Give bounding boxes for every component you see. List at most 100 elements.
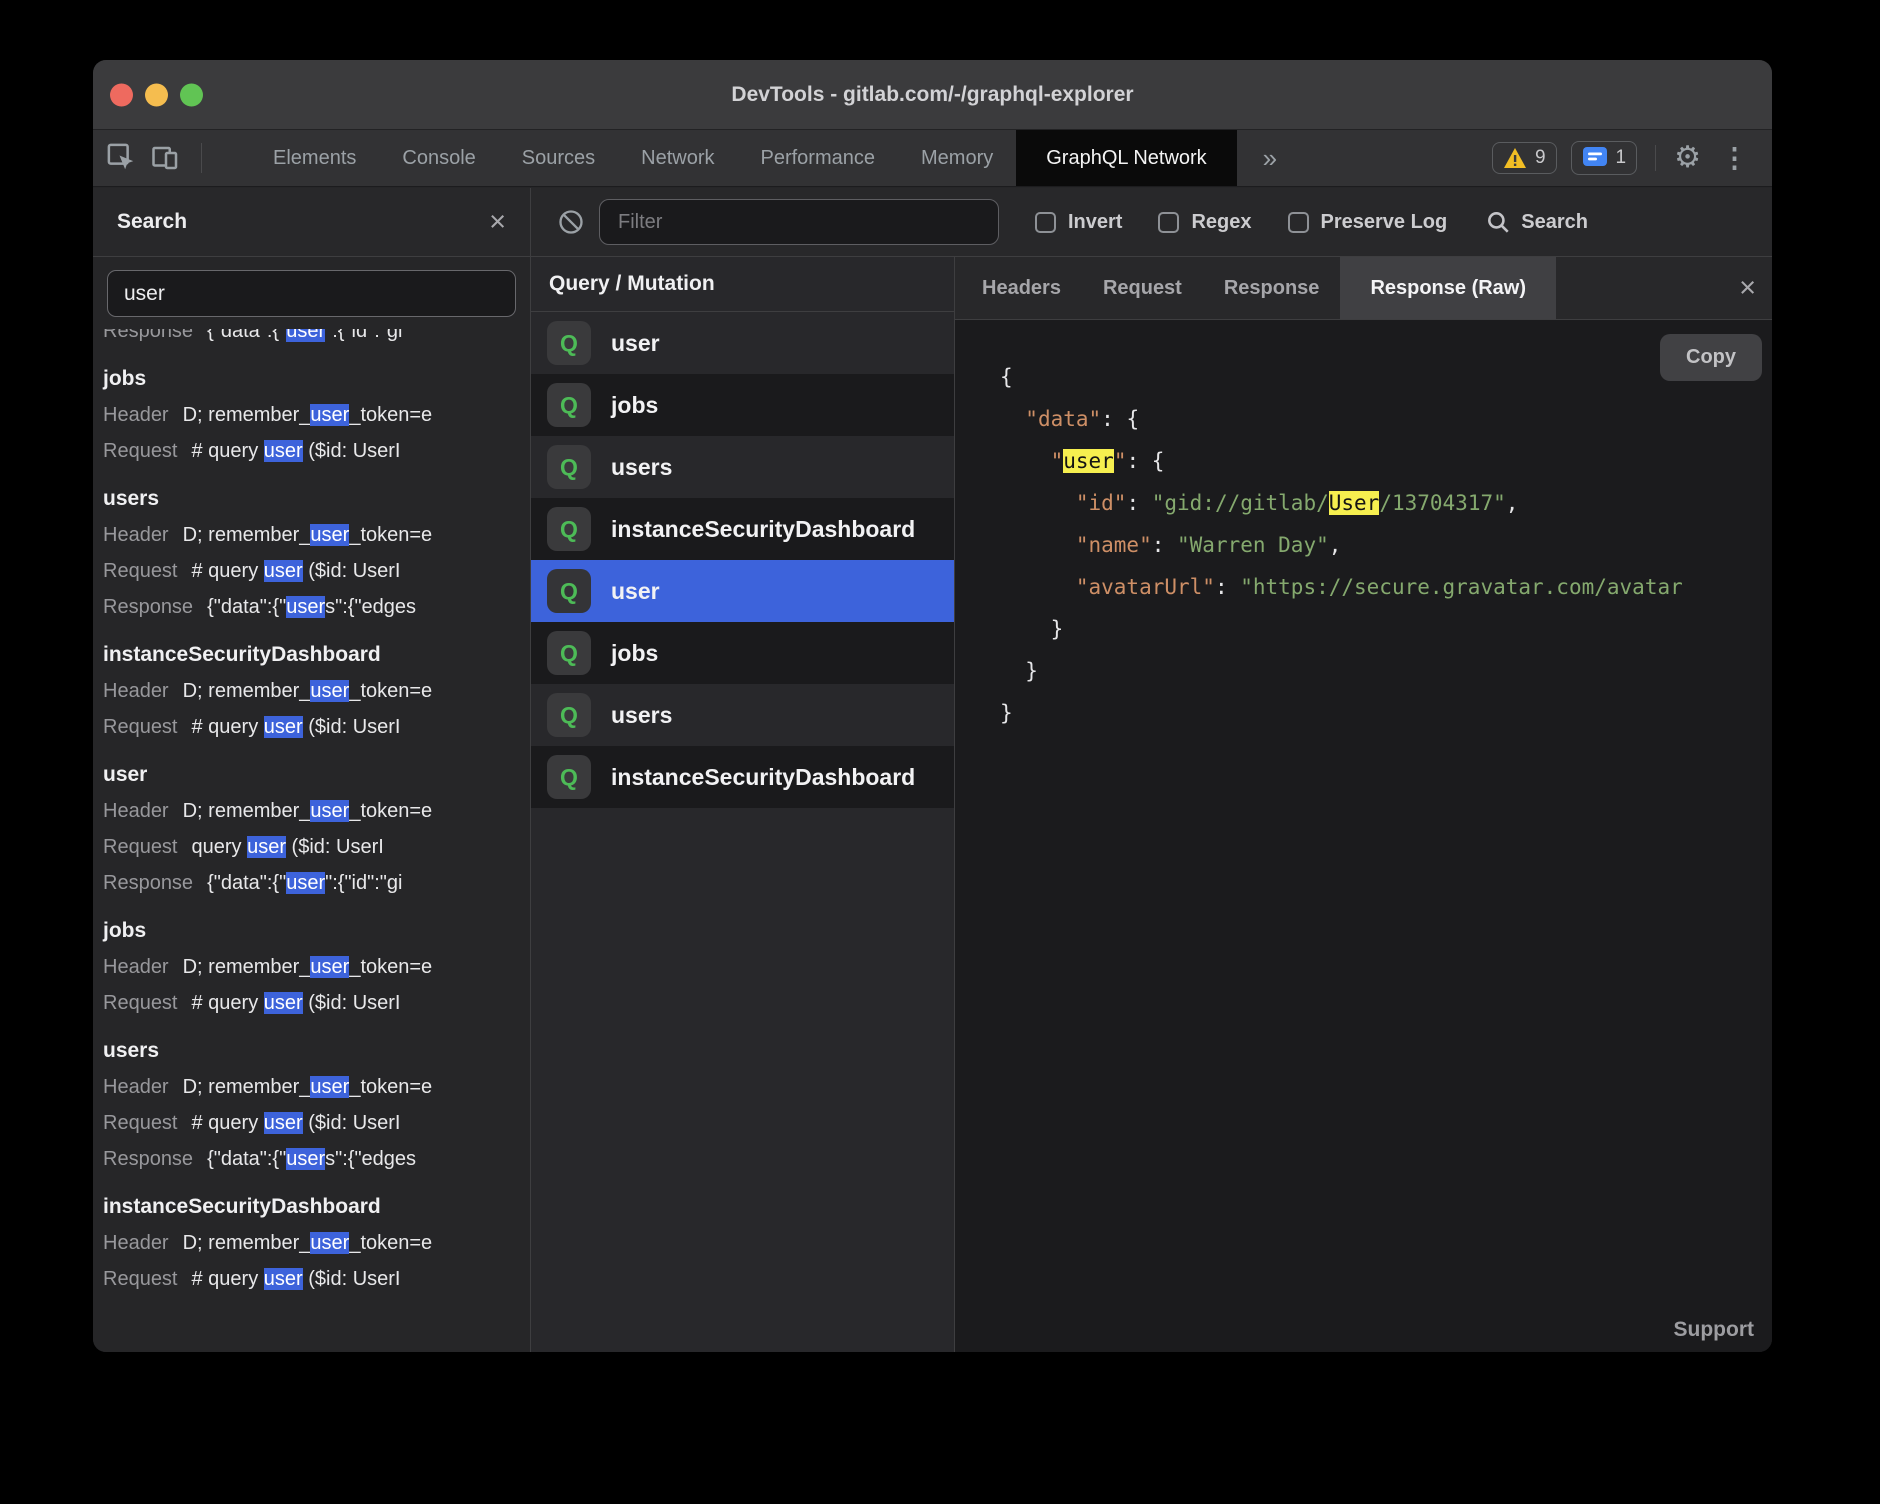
query-row-instancesecuritydashboard[interactable]: QinstanceSecurityDashboard xyxy=(531,746,954,808)
detail-tab-response-raw[interactable]: Response (Raw) xyxy=(1340,257,1556,319)
regex-checkbox[interactable] xyxy=(1158,212,1179,233)
match-highlight: user xyxy=(286,329,325,342)
devtools-window: DevTools - gitlab.com/-/graphql-explorer… xyxy=(93,60,1772,1352)
search-result-line[interactable]: Response{"data":{"user":{"id":"gi xyxy=(103,329,530,349)
search-result-line[interactable]: HeaderD; remember_user_token=e xyxy=(103,397,530,433)
result-group-title[interactable]: instanceSecurityDashboard xyxy=(103,1189,530,1225)
search-result-line[interactable]: HeaderD; remember_user_token=e xyxy=(103,517,530,553)
search-result-line[interactable]: Request# query user ($id: UserI xyxy=(103,433,530,469)
close-search-panel-icon[interactable]: × xyxy=(489,208,506,237)
devtools-content: Search × Response{"data":{"user":{"id":"… xyxy=(93,188,1772,1352)
tab-performance[interactable]: Performance xyxy=(738,130,899,186)
zoom-window-button[interactable] xyxy=(180,83,203,106)
close-window-button[interactable] xyxy=(110,83,133,106)
match-highlight: user xyxy=(264,440,303,462)
warning-triangle-icon xyxy=(1503,147,1527,169)
warning-count: 9 xyxy=(1535,147,1546,169)
detail-tab-request[interactable]: Request xyxy=(1082,257,1203,319)
result-line-text: # query user ($id: UserI xyxy=(192,560,401,582)
clear-log-icon[interactable] xyxy=(557,208,585,236)
result-group-title[interactable]: user xyxy=(103,757,530,793)
tab-sources[interactable]: Sources xyxy=(499,130,618,186)
kebab-menu-icon[interactable]: ⋮ xyxy=(1715,145,1754,172)
search-result-line[interactable]: Response{"data":{"user":{"id":"gi xyxy=(103,865,530,901)
json-line: } xyxy=(1000,608,1772,650)
result-line-label: Header xyxy=(103,524,169,546)
result-line-text: {"data":{"user":{"id":"gi xyxy=(207,329,402,342)
query-row-user[interactable]: Quser xyxy=(531,312,954,374)
query-row-users[interactable]: Qusers xyxy=(531,436,954,498)
result-line-label: Request xyxy=(103,1112,178,1134)
result-group-title[interactable]: users xyxy=(103,1033,530,1069)
result-line-text: D; remember_user_token=e xyxy=(183,1232,433,1254)
tab-console[interactable]: Console xyxy=(379,130,498,186)
minimize-window-button[interactable] xyxy=(145,83,168,106)
match-highlight: user xyxy=(264,992,303,1014)
search-input[interactable] xyxy=(107,270,516,317)
search-toggle-label: Search xyxy=(1521,211,1588,234)
search-results-list: Response{"data":{"user":{"id":"gijobsHea… xyxy=(93,329,530,1352)
more-tabs-icon[interactable]: » xyxy=(1237,130,1303,186)
result-line-text: {"data":{"users":{"edges xyxy=(207,596,416,618)
inspect-element-icon[interactable] xyxy=(107,130,137,186)
result-line-text: D; remember_user_token=e xyxy=(183,1076,433,1098)
result-group-title[interactable]: users xyxy=(103,481,530,517)
search-result-line[interactable]: Request# query user ($id: UserI xyxy=(103,1261,530,1297)
copy-button[interactable]: Copy xyxy=(1660,334,1762,381)
query-row-instancesecuritydashboard[interactable]: QinstanceSecurityDashboard xyxy=(531,498,954,560)
match-highlight: user xyxy=(310,1076,349,1098)
search-result-line[interactable]: Response{"data":{"users":{"edges xyxy=(103,1141,530,1177)
search-result-line[interactable]: Request# query user ($id: UserI xyxy=(103,985,530,1021)
preserve-log-checkbox[interactable] xyxy=(1288,212,1309,233)
query-row-user[interactable]: Quser xyxy=(531,560,954,622)
device-toolbar-icon[interactable] xyxy=(151,130,181,186)
detail-panel: HeadersRequestResponseResponse (Raw) × Co… xyxy=(955,257,1772,1352)
result-line-text: D; remember_user_token=e xyxy=(183,800,433,822)
close-detail-icon[interactable]: × xyxy=(1739,257,1756,319)
toolbar-divider xyxy=(201,143,202,173)
search-result-line[interactable]: Request# query user ($id: UserI xyxy=(103,709,530,745)
filter-input[interactable] xyxy=(599,199,999,245)
settings-gear-icon[interactable]: ⚙ xyxy=(1674,143,1701,173)
invert-label: Invert xyxy=(1068,211,1122,234)
result-line-label: Header xyxy=(103,1076,169,1098)
query-row-label: user xyxy=(611,578,660,605)
search-result-line[interactable]: Header D; remember_user_token=e xyxy=(103,1225,530,1261)
tab-memory[interactable]: Memory xyxy=(898,130,1016,186)
warnings-badge[interactable]: 9 xyxy=(1492,142,1557,174)
result-line-label: Request xyxy=(103,992,178,1014)
search-result-line[interactable]: HeaderD; remember_user_token=e xyxy=(103,949,530,985)
search-result-line[interactable]: HeaderD; remember_user_token=e xyxy=(103,673,530,709)
search-result-line[interactable]: Request# query user ($id: UserI xyxy=(103,553,530,589)
result-group-title[interactable]: instanceSecurityDashboard xyxy=(103,637,530,673)
search-match-highlight: user xyxy=(1063,449,1114,473)
detail-tab-response[interactable]: Response xyxy=(1203,257,1341,319)
issues-badge[interactable]: 1 xyxy=(1571,141,1638,175)
search-panel: Search × Response{"data":{"user":{"id":"… xyxy=(93,188,531,1352)
query-row-jobs[interactable]: Qjobs xyxy=(531,622,954,684)
result-group-title[interactable]: jobs xyxy=(103,361,530,397)
search-result-group: instanceSecurityDashboardHeaderD; rememb… xyxy=(103,637,530,745)
search-result-line[interactable]: Header D; remember_user_token=e xyxy=(103,1069,530,1105)
tab-elements[interactable]: Elements xyxy=(250,130,379,186)
match-highlight: user xyxy=(310,680,349,702)
result-line-label: Response xyxy=(103,872,193,894)
detail-tab-headers[interactable]: Headers xyxy=(961,257,1082,319)
search-result-line[interactable]: Request# query user ($id: UserI xyxy=(103,1105,530,1141)
result-line-label: Header xyxy=(103,1232,169,1254)
search-result-line[interactable]: HeaderD; remember_user_token=e xyxy=(103,793,530,829)
result-group-title[interactable]: jobs xyxy=(103,913,530,949)
search-result-line[interactable]: Response{"data":{"users":{"edges xyxy=(103,589,530,625)
tab-graphql-network[interactable]: GraphQL Network xyxy=(1016,130,1236,186)
search-result-line[interactable]: Requestquery user ($id: UserI xyxy=(103,829,530,865)
invert-checkbox[interactable] xyxy=(1035,212,1056,233)
tab-network[interactable]: Network xyxy=(618,130,737,186)
support-link[interactable]: Support xyxy=(1674,1318,1754,1342)
search-result-group: jobsHeaderD; remember_user_token=eReques… xyxy=(103,913,530,1021)
message-icon xyxy=(1582,146,1608,170)
result-line-text: # query user ($id: UserI xyxy=(192,716,401,738)
query-row-users[interactable]: Qusers xyxy=(531,684,954,746)
query-row-jobs[interactable]: Qjobs xyxy=(531,374,954,436)
search-toggle-button[interactable]: Search xyxy=(1485,209,1588,235)
search-result-group: Response{"data":{"user":{"id":"gi xyxy=(103,329,530,349)
